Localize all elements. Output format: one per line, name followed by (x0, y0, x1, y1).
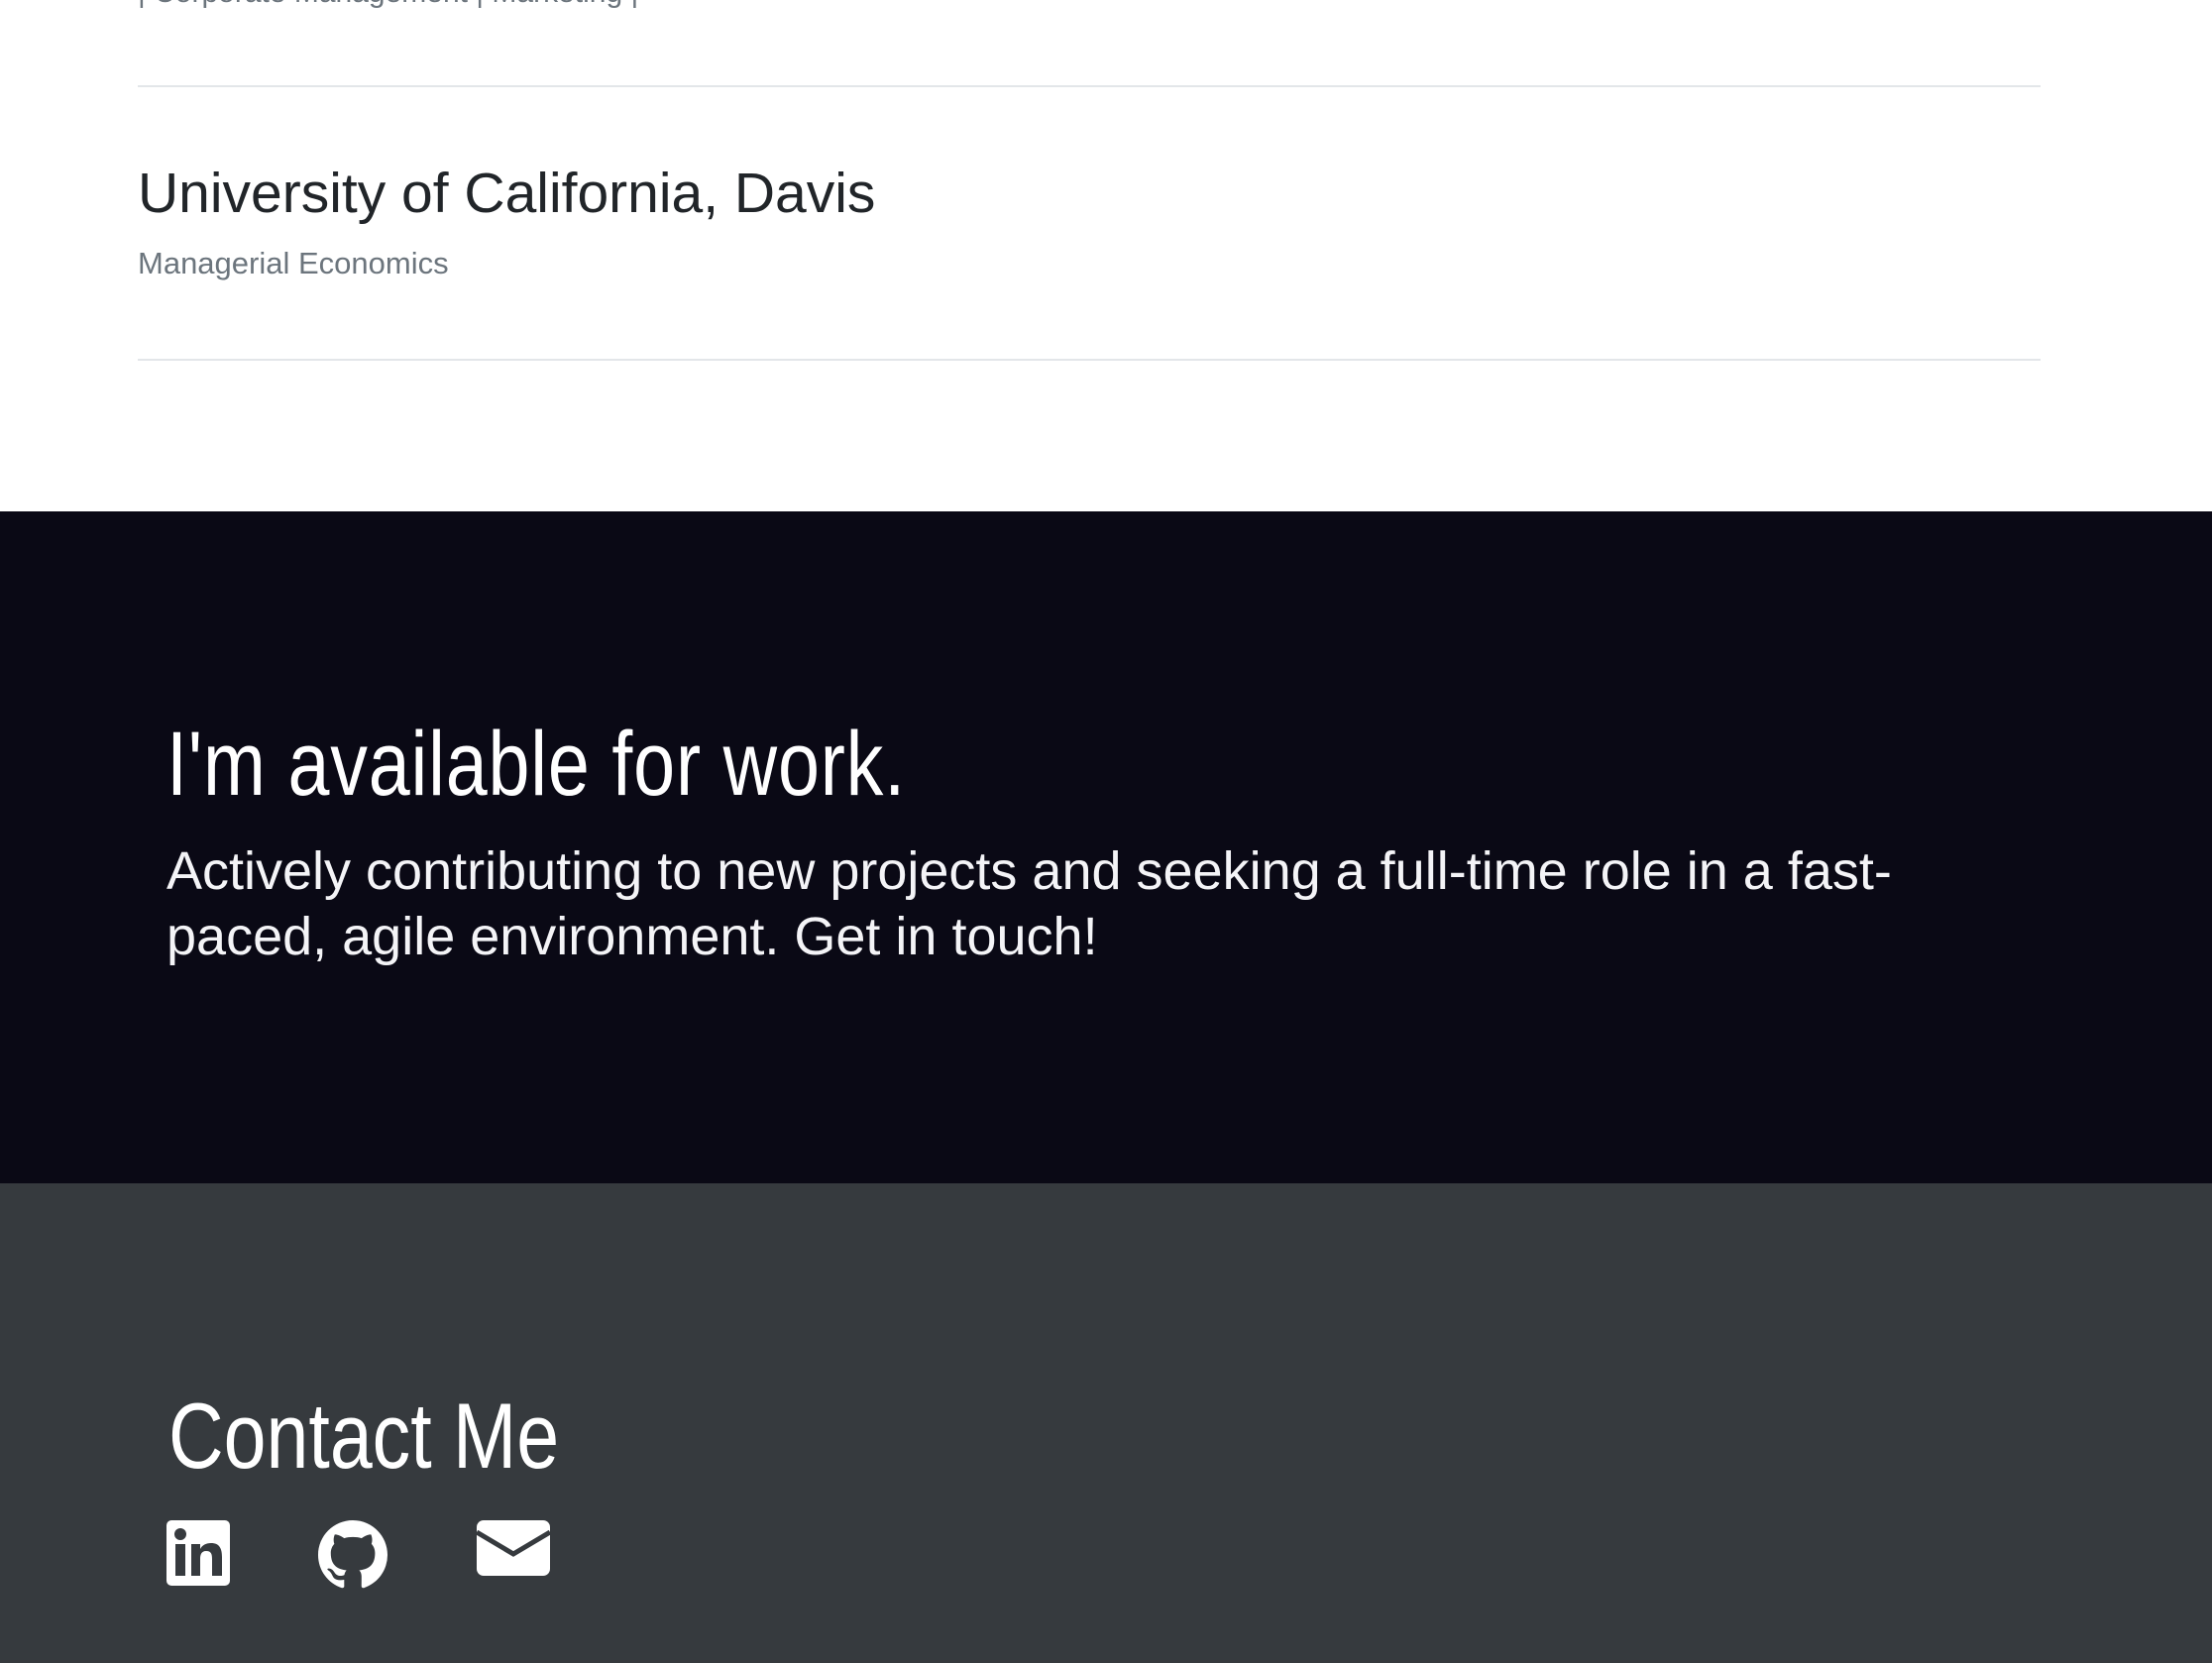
education-major: Managerial Economics (138, 246, 449, 280)
education-divider (138, 85, 2041, 87)
linkedin-link[interactable] (166, 1520, 230, 1586)
education-school: University of California, Davis (138, 162, 876, 225)
previous-education-meta: | Corporate Management | Marketing | (138, 0, 638, 8)
github-link[interactable] (317, 1520, 388, 1590)
envelope-icon (477, 1520, 550, 1576)
page: | Corporate Management | Marketing | Uni… (0, 0, 2212, 1663)
availability-text: Actively contributing to new projects an… (166, 841, 1892, 966)
email-link[interactable] (477, 1520, 550, 1576)
availability-title: I'm available for work. (166, 714, 907, 815)
linkedin-icon (166, 1520, 230, 1586)
education-divider (138, 359, 2041, 361)
github-icon (317, 1520, 388, 1590)
contact-section: Contact Me (0, 1183, 2212, 1663)
education-section: | Corporate Management | Marketing | Uni… (0, 0, 2212, 511)
availability-banner: I'm available for work. Actively contrib… (0, 511, 2212, 1183)
contact-title: Contact Me (168, 1384, 560, 1488)
